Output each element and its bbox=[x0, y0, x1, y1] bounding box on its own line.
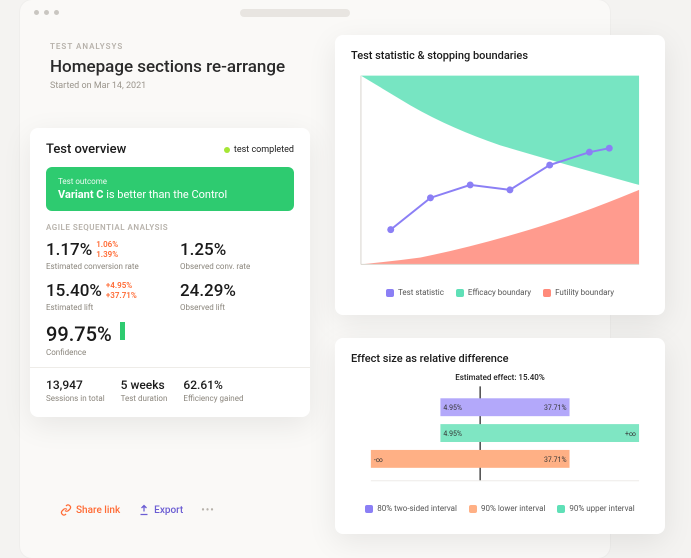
metric-obs-conv: 1.25% Observed conv. rate bbox=[180, 240, 294, 271]
bar-label: 37.71% bbox=[544, 456, 567, 464]
metric-est-conv: 1.17% 1.06%1.39% Estimated conversion ra… bbox=[46, 240, 160, 271]
metric-sessions: 13,947 Sessions in total bbox=[46, 378, 105, 403]
overview-title: Test overview bbox=[46, 142, 126, 157]
status-dot-icon bbox=[224, 147, 230, 153]
interval-upper bbox=[371, 450, 570, 468]
legend-item: Futility boundary bbox=[543, 288, 614, 297]
metric-confidence: 99.75% Confidence bbox=[46, 322, 294, 357]
legend-item: 80% two-sided interval bbox=[365, 504, 457, 513]
effect-chart-title: Effect size as relative difference bbox=[351, 352, 649, 365]
stat-chart-legend: Test statistic Efficacy boundary Futilit… bbox=[351, 288, 649, 297]
action-bar: Share link Export ••• bbox=[60, 504, 215, 516]
window-dot bbox=[44, 10, 49, 15]
estimated-effect-label: Estimated effect: 15.40% bbox=[351, 373, 649, 382]
stat-chart-card: Test statistic & stopping boundaries Tes… bbox=[335, 35, 665, 315]
outcome-text: Variant C is better than the Control bbox=[58, 188, 282, 201]
interval-lower bbox=[440, 424, 639, 442]
bar-label: 4.95% bbox=[443, 404, 462, 412]
effect-chart-card: Effect size as relative difference Estim… bbox=[335, 338, 665, 534]
status-text: test completed bbox=[234, 145, 294, 155]
effect-chart-legend: 80% two-sided interval 90% lower interva… bbox=[351, 504, 649, 513]
delta-range: +4.95%+37.71% bbox=[106, 281, 137, 300]
metric-duration: 5 weeks Test duration bbox=[121, 378, 168, 403]
outcome-label: Test outcome bbox=[58, 177, 282, 186]
upload-icon bbox=[138, 504, 150, 516]
delta-range: 1.06%1.39% bbox=[96, 240, 118, 259]
effect-chart: 4.95% 37.71% 4.95% +∞ -∞ 37.71% bbox=[351, 386, 649, 496]
confidence-bar-icon bbox=[120, 322, 125, 340]
metric-efficiency: 62.61% Efficiency gained bbox=[183, 378, 243, 403]
bar-label: 4.95% bbox=[443, 430, 462, 438]
divider bbox=[30, 367, 310, 368]
legend-item: 90% lower interval bbox=[469, 504, 545, 513]
outcome-banner: Test outcome Variant C is better than th… bbox=[46, 167, 294, 211]
analysis-section-label: AGILE SEQUENTIAL ANALYSIS bbox=[46, 223, 294, 232]
more-button[interactable]: ••• bbox=[201, 505, 215, 516]
overview-card: Test overview test completed Test outcom… bbox=[30, 128, 310, 417]
share-link-button[interactable]: Share link bbox=[60, 504, 120, 516]
window-dot bbox=[34, 10, 39, 15]
legend-item: Test statistic bbox=[386, 288, 444, 297]
status-badge: test completed bbox=[224, 145, 294, 155]
window-titlebar bbox=[20, 0, 610, 24]
stat-chart bbox=[351, 70, 649, 280]
legend-item: 90% upper interval bbox=[557, 504, 634, 513]
legend-item: Efficacy boundary bbox=[456, 288, 531, 297]
metric-obs-lift: 24.29% Observed lift bbox=[180, 281, 294, 312]
metric-est-lift: 15.40% +4.95%+37.71% Estimated lift bbox=[46, 281, 160, 312]
stat-chart-title: Test statistic & stopping boundaries bbox=[351, 49, 649, 62]
bar-label: 37.71% bbox=[544, 404, 567, 412]
export-button[interactable]: Export bbox=[138, 504, 183, 516]
bar-label: -∞ bbox=[374, 456, 383, 464]
link-icon bbox=[60, 504, 72, 516]
window-dot bbox=[54, 10, 59, 15]
bar-label: +∞ bbox=[625, 430, 636, 438]
url-placeholder bbox=[240, 9, 350, 17]
